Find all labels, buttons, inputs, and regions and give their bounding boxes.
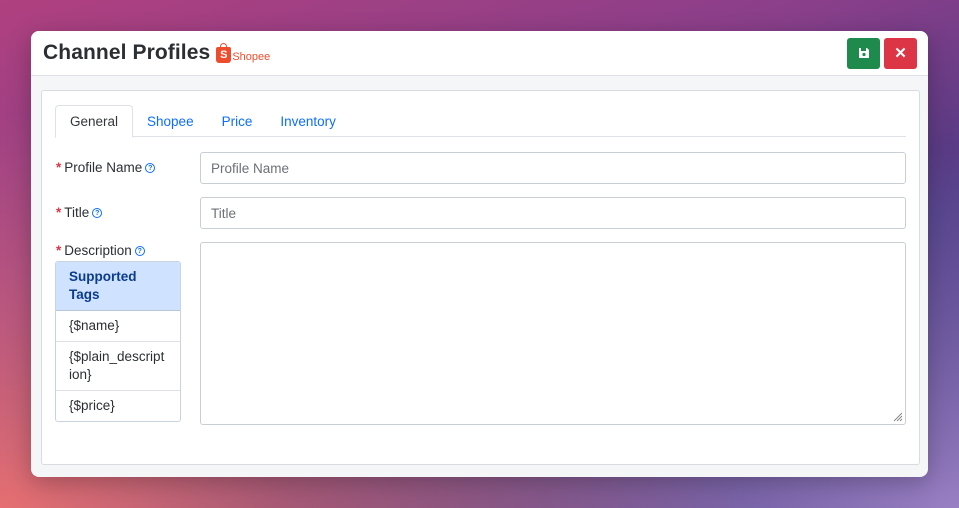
description-label-text: Description bbox=[64, 243, 132, 258]
help-icon[interactable]: ? bbox=[92, 208, 103, 218]
page-title: Channel Profiles bbox=[43, 41, 211, 64]
resize-handle-icon[interactable] bbox=[893, 412, 903, 422]
title-input[interactable] bbox=[200, 197, 906, 229]
tab-bar: General Shopee Price Inventory bbox=[55, 105, 906, 138]
floppy-disk-icon bbox=[858, 48, 869, 58]
save-button[interactable] bbox=[847, 37, 880, 69]
supported-tags-heading: Supported Tags bbox=[56, 262, 180, 311]
supported-tags-table: Supported Tags {$name} {$plain_descripti… bbox=[55, 261, 181, 422]
tag-item: {$price} bbox=[69, 398, 115, 413]
required-marker: * bbox=[56, 205, 62, 220]
tab-price[interactable]: Price bbox=[208, 105, 267, 137]
description-label: * Description ? bbox=[56, 243, 145, 258]
title-label: * Title ? bbox=[56, 205, 103, 220]
tab-inventory[interactable]: Inventory bbox=[266, 105, 350, 137]
profile-name-label: * Profile Name ? bbox=[56, 160, 156, 175]
required-marker: * bbox=[56, 243, 62, 258]
required-marker: * bbox=[56, 160, 62, 175]
channel-profiles-modal: Channel Profiles S Shopee ✕ General Shop… bbox=[31, 31, 928, 477]
profile-name-input[interactable] bbox=[200, 152, 906, 184]
help-icon[interactable]: ? bbox=[145, 163, 156, 173]
shopee-logo: S Shopee bbox=[216, 43, 271, 63]
form-card: General Shopee Price Inventory * Profile… bbox=[41, 90, 920, 465]
title-label-text: Title bbox=[64, 205, 90, 220]
close-icon: ✕ bbox=[894, 45, 907, 62]
header-actions: ✕ bbox=[847, 37, 917, 69]
shopee-bag-icon: S bbox=[216, 43, 232, 63]
tab-shopee[interactable]: Shopee bbox=[133, 105, 208, 137]
description-textarea[interactable] bbox=[200, 242, 906, 425]
tag-item: {$name} bbox=[56, 311, 180, 342]
profile-name-label-text: Profile Name bbox=[64, 160, 143, 175]
help-icon[interactable]: ? bbox=[134, 246, 145, 256]
shopee-logo-text: Shopee bbox=[232, 51, 271, 63]
tab-general[interactable]: General bbox=[55, 105, 134, 138]
modal-header: Channel Profiles S Shopee ✕ bbox=[31, 31, 928, 76]
tag-item: {$plain_description} bbox=[56, 342, 180, 391]
close-button[interactable]: ✕ bbox=[884, 37, 917, 69]
